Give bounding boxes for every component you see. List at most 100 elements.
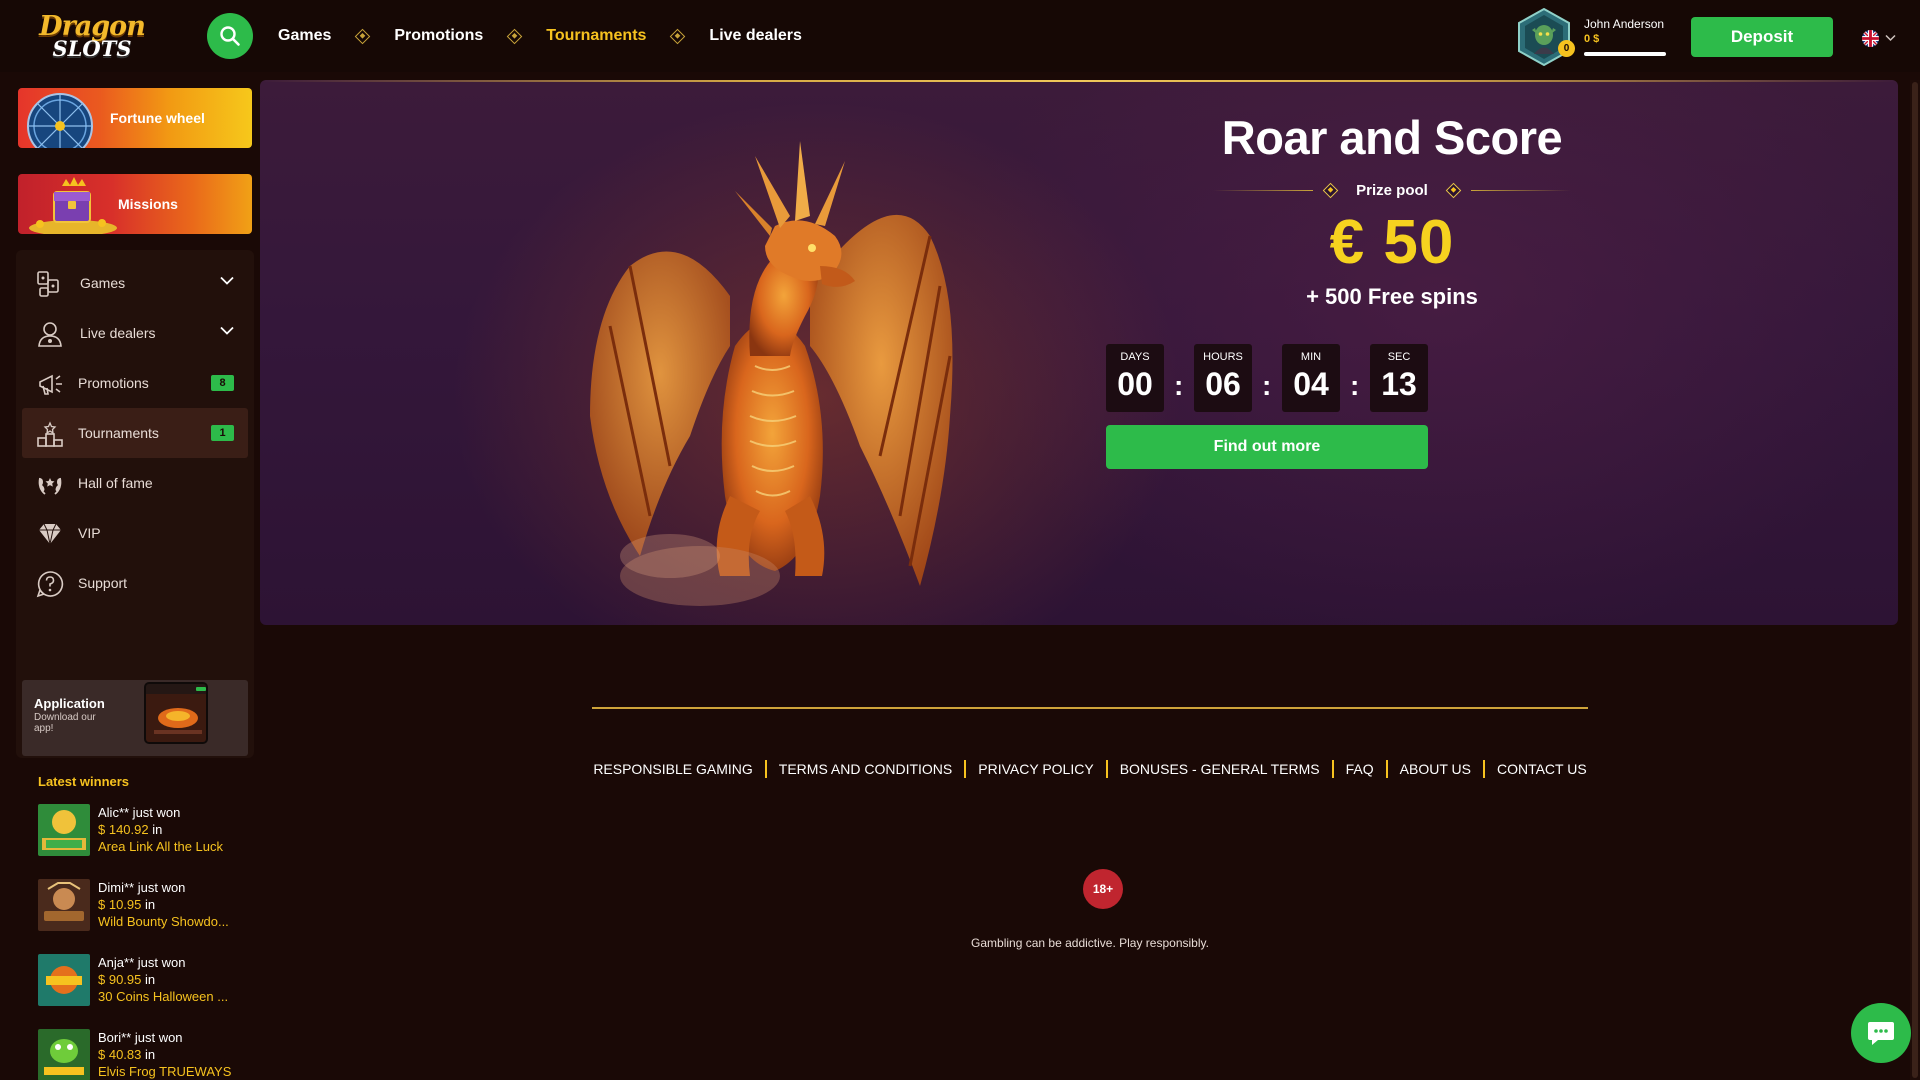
language-selector[interactable]	[1862, 29, 1902, 47]
countdown-colon: :	[1262, 370, 1272, 401]
footer-link-responsible-gaming[interactable]: RESPONSIBLE GAMING	[593, 761, 752, 777]
winner-game-link[interactable]: 30 Coins Halloween ...	[98, 989, 236, 1004]
user-level-badge: 0	[1558, 40, 1575, 57]
countdown-value: 00	[1117, 366, 1153, 402]
laurel-icon	[38, 477, 62, 495]
winner-amount: $ 140.92	[98, 822, 149, 837]
help-icon	[36, 571, 64, 598]
user-balance: 0 $	[1584, 33, 1600, 45]
countdown-minutes: MIN 04	[1282, 344, 1340, 412]
countdown-value: 13	[1381, 366, 1417, 402]
chevron-down-icon	[220, 276, 234, 285]
app-subtitle: Download our app!	[34, 712, 96, 734]
dragon-slots-logo[interactable]: Dragon SLOTS	[36, 8, 148, 64]
prize-pool-label: Prize pool	[1356, 181, 1428, 199]
app-title: Application	[34, 696, 105, 711]
missions-card[interactable]: Missions	[18, 174, 252, 234]
winner-amount-line: $ 40.83 in	[98, 1047, 155, 1062]
sidebar-item-games[interactable]: Games	[16, 258, 254, 308]
winner-amount-line: $ 10.95 in	[98, 897, 155, 912]
user-avatar[interactable]	[1516, 7, 1572, 67]
game-thumbnail	[38, 879, 90, 931]
logo-line2: SLOTS	[52, 36, 132, 61]
footer-link-terms[interactable]: TERMS AND CONDITIONS	[779, 761, 952, 777]
find-out-more-button[interactable]: Find out more	[1106, 425, 1428, 469]
user-name[interactable]: John Anderson	[1584, 17, 1664, 31]
winner-game-link[interactable]: Area Link All the Luck	[98, 839, 236, 854]
scrollbar-thumb[interactable]	[1912, 82, 1918, 1078]
winner-item[interactable]: Bori** just won $ 40.83 in Elvis Frog TR…	[38, 1029, 254, 1080]
countdown-seconds: SEC 13	[1370, 344, 1428, 412]
footer-link-contact[interactable]: CONTACT US	[1497, 761, 1587, 777]
countdown-colon: :	[1174, 370, 1184, 401]
divider	[1470, 189, 1571, 191]
responsible-gambling-note: Gambling can be addictive. Play responsi…	[971, 936, 1209, 950]
sidebar-item-tournaments[interactable]: Tournaments 1	[22, 408, 248, 458]
treasure-chest-icon	[29, 177, 117, 234]
live-chat-button[interactable]	[1851, 1003, 1911, 1063]
winner-name: Anja** just won	[98, 955, 186, 970]
sidebar-item-hall-of-fame[interactable]: Hall of fame	[16, 458, 254, 508]
megaphone-icon	[39, 374, 62, 395]
top-navigation: Games Promotions Tournaments Live dealer…	[278, 0, 802, 72]
podium-icon	[37, 421, 63, 447]
countdown-label: MIN	[1300, 351, 1322, 363]
sidebar-item-live-dealers[interactable]: Live dealers	[16, 308, 254, 358]
countdown-value: 06	[1205, 366, 1241, 402]
sidebar-item-vip[interactable]: VIP	[16, 508, 254, 558]
sidebar-item-label: VIP	[78, 525, 101, 541]
fortune-wheel-label: Fortune wheel	[110, 110, 205, 126]
prize-free-spins: + 500 Free spins	[1306, 284, 1478, 309]
sidebar-item-promotions[interactable]: Promotions 8	[16, 358, 254, 408]
countdown-label: DAYS	[1120, 351, 1150, 363]
uk-flag-icon	[1862, 29, 1879, 47]
sidebar: Fortune wheel Missions Games Live dealer…	[16, 86, 254, 1080]
tournaments-count-badge: 1	[211, 425, 234, 441]
nav-promotions[interactable]: Promotions	[394, 27, 483, 45]
footer-separator	[764, 760, 767, 778]
footer-separator	[1385, 760, 1388, 778]
nav-tournaments[interactable]: Tournaments	[546, 27, 646, 45]
fortune-wheel-card[interactable]: Fortune wheel	[18, 88, 252, 148]
winner-game-link[interactable]: Elvis Frog TRUEWAYS	[98, 1064, 236, 1079]
app-download-card[interactable]: Application Download our app!	[22, 680, 248, 756]
prize-pool-row: Prize pool	[1082, 177, 1702, 203]
divider	[1213, 189, 1314, 191]
sidebar-item-support[interactable]: Support	[16, 558, 254, 608]
deposit-button[interactable]: Deposit	[1691, 17, 1833, 57]
nav-separator-icon	[355, 28, 371, 44]
promotions-count-badge: 8	[211, 375, 234, 391]
countdown-value: 04	[1293, 366, 1329, 402]
footer-link-about[interactable]: ABOUT US	[1400, 761, 1471, 777]
countdown-colon: :	[1350, 370, 1360, 401]
top-header: Dragon SLOTS Games Promotions Tournament…	[0, 0, 1920, 72]
footer-link-bonus-terms[interactable]: BONUSES - GENERAL TERMS	[1120, 761, 1320, 777]
chevron-down-icon	[1885, 34, 1896, 42]
countdown-days: DAYS 00	[1106, 344, 1164, 412]
search-button[interactable]	[207, 13, 253, 59]
countdown-label: HOURS	[1203, 351, 1243, 363]
winner-item[interactable]: Alic** just won $ 140.92 in Area Link Al…	[38, 804, 254, 860]
footer-divider	[592, 707, 1588, 709]
games-icon	[37, 271, 59, 297]
nav-games[interactable]: Games	[278, 27, 331, 45]
winner-amount: $ 40.83	[98, 1047, 142, 1062]
prize-pool-amount: € 50	[1329, 208, 1455, 277]
tournament-title: Roar and Score	[1221, 111, 1563, 164]
footer-link-privacy[interactable]: PRIVACY POLICY	[978, 761, 1093, 777]
footer-separator	[1482, 760, 1485, 778]
winner-name: Alic** just won	[98, 805, 181, 820]
tournament-info: Roar and Score Prize pool € 50 + 500 Fre…	[1082, 110, 1702, 310]
fortune-wheel-icon	[27, 93, 93, 148]
winner-item[interactable]: Anja** just won $ 90.95 in 30 Coins Hall…	[38, 954, 254, 1010]
winner-game-link[interactable]: Wild Bounty Showdo...	[98, 914, 236, 929]
age-restriction-badge: 18+	[1083, 869, 1123, 909]
game-thumbnail	[38, 804, 90, 856]
game-thumbnail	[38, 1029, 90, 1080]
diamond-icon	[39, 523, 61, 545]
footer-link-faq[interactable]: FAQ	[1346, 761, 1374, 777]
winner-in: in	[141, 1047, 156, 1062]
nav-live-dealers[interactable]: Live dealers	[709, 27, 802, 45]
winner-item[interactable]: Dimi** just won $ 10.95 in Wild Bounty S…	[38, 879, 254, 935]
winner-in: in	[148, 822, 163, 837]
